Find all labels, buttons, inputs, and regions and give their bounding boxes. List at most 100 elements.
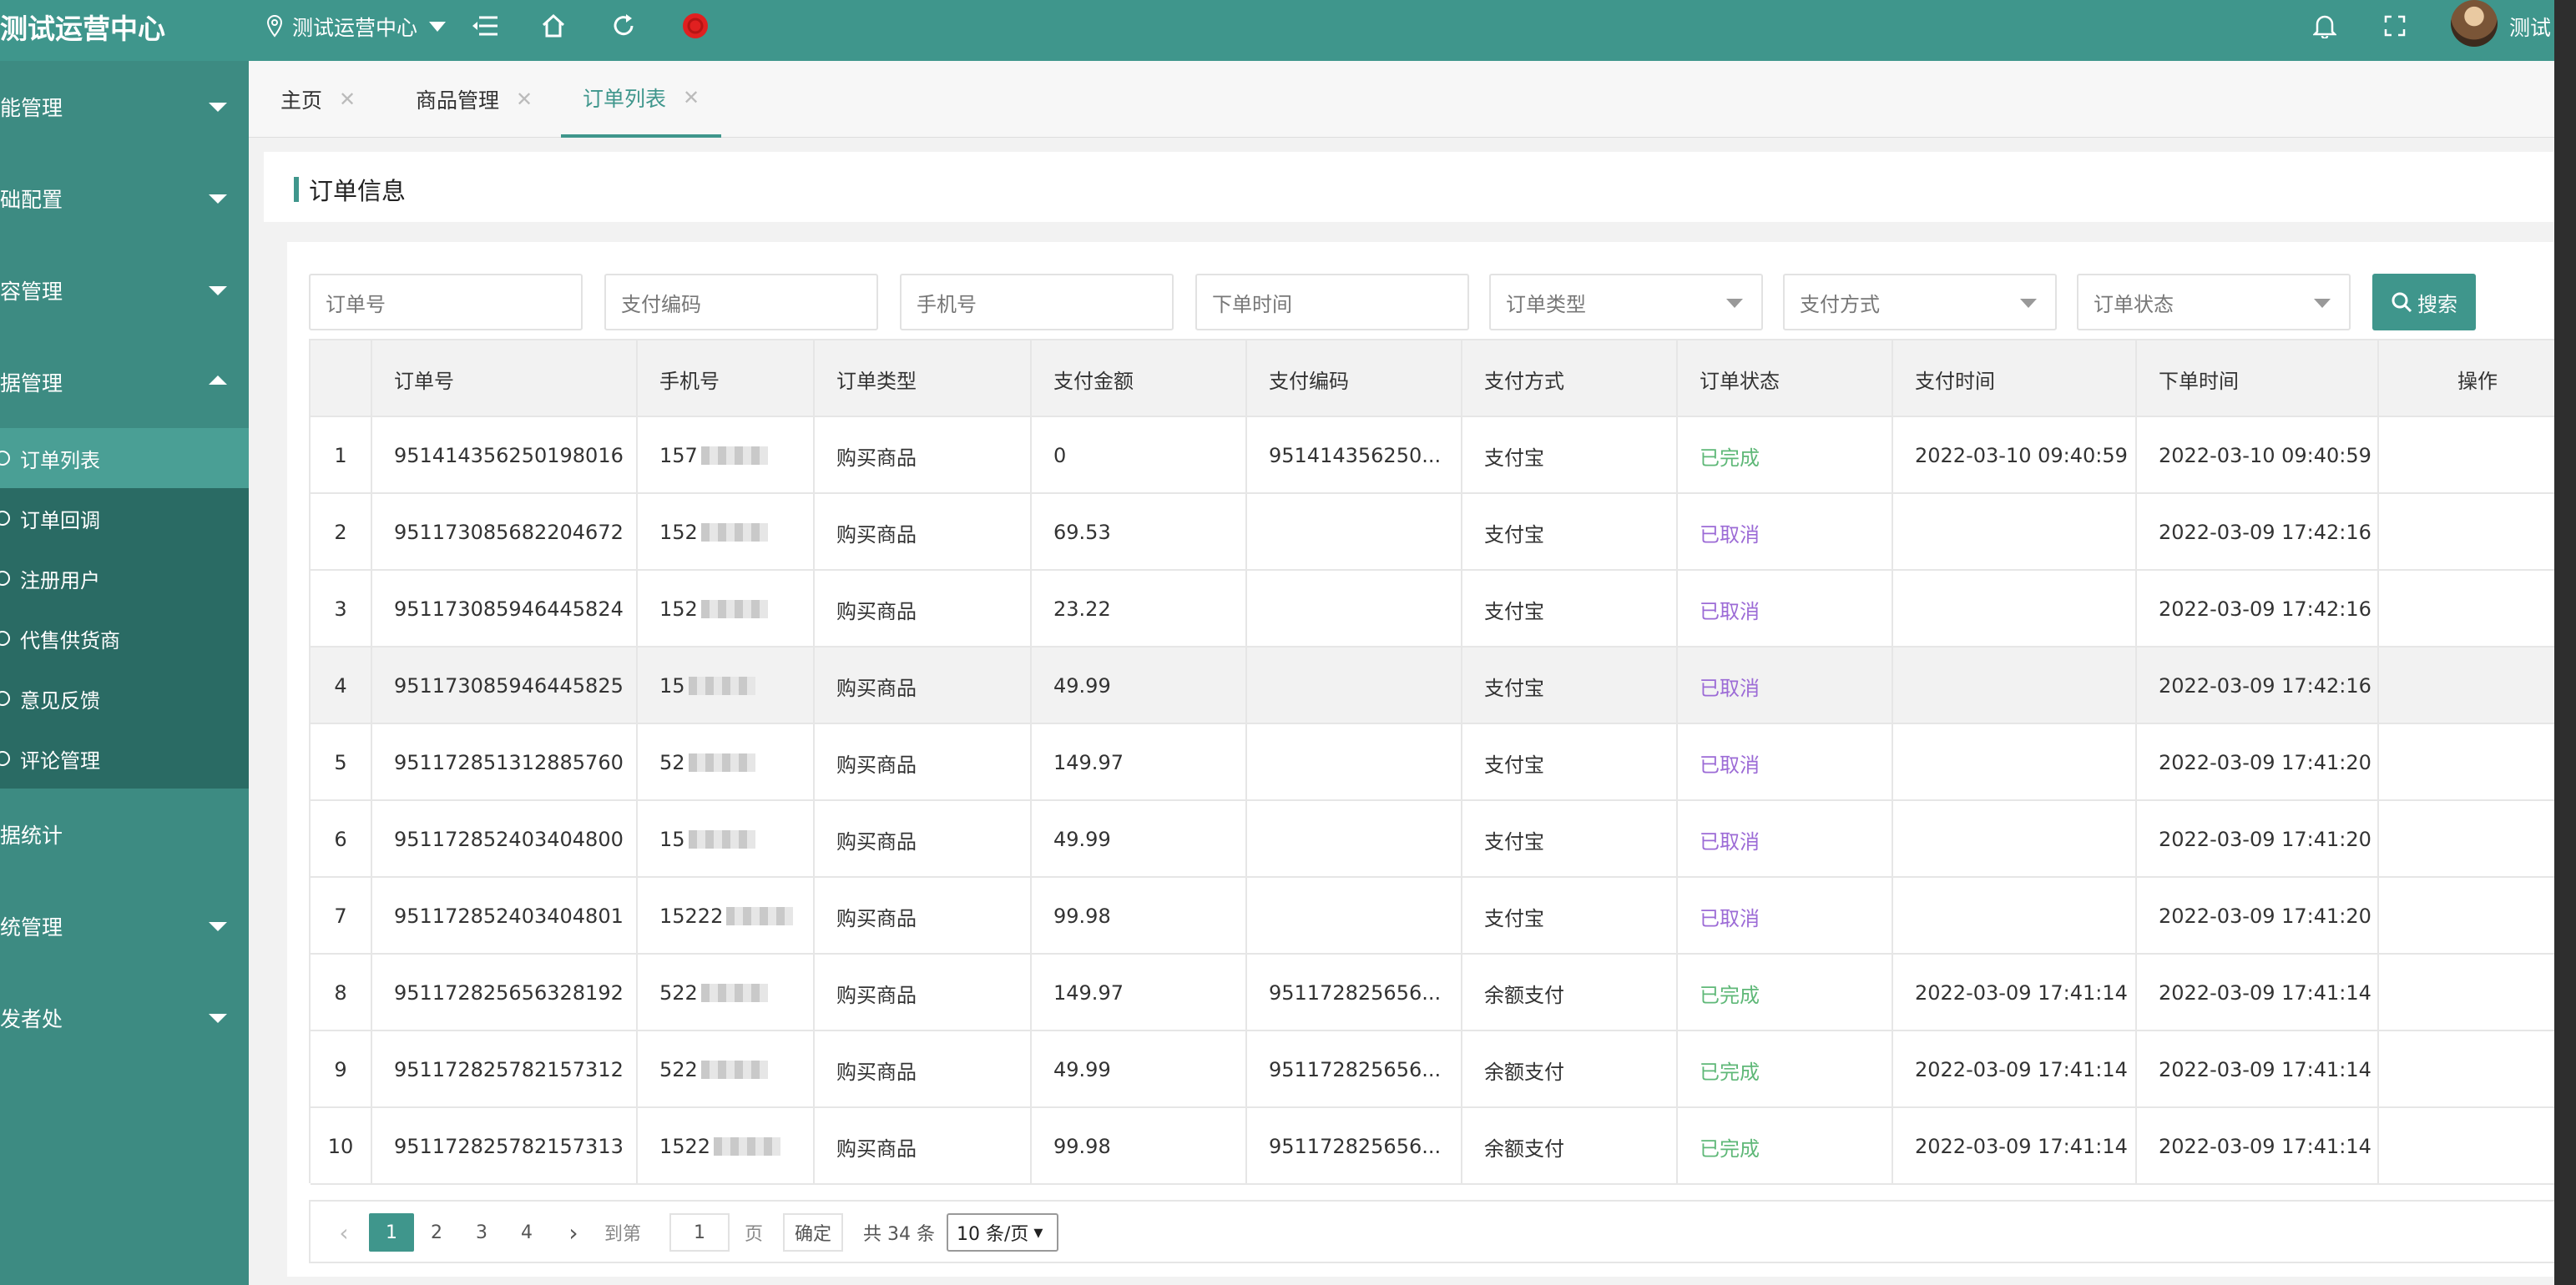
order-status-select[interactable]: 订单状态 — [2077, 274, 2351, 330]
table-row: 6 951172852403404800 15 购买商品 49.99 支付宝 已取消 2022… — [311, 801, 2576, 878]
cell-order-type: 购买商品 — [815, 571, 1032, 648]
sidebar-group-6[interactable]: 发者处 — [0, 972, 249, 1064]
org-selector[interactable]: 测试运营中心 — [264, 12, 447, 42]
bell-icon[interactable] — [2309, 10, 2341, 42]
cell-phone: 52 — [638, 724, 815, 801]
sidebar-group-label: 据统计 — [0, 824, 63, 848]
phone-input[interactable]: 手机号 — [900, 274, 1174, 330]
order-no-input[interactable]: 订单号 — [309, 274, 583, 330]
cell-pay-code — [1247, 724, 1462, 801]
cell-pay-amount: 49.99 — [1032, 801, 1247, 878]
cell-text: 购买商品 — [836, 446, 917, 470]
pay-code-input[interactable]: 支付编码 — [604, 274, 878, 330]
sidebar-item-registered-users[interactable]: 注册用户 — [0, 548, 249, 608]
cell-text: 2022-03-09 17:41:14 — [2159, 981, 2371, 1005]
per-page-select[interactable]: 10 条/页 ▾ — [947, 1213, 1058, 1252]
column-header-label: 支付金额 — [1053, 369, 1134, 393]
cell-order-status: 已完成 — [1678, 1108, 1893, 1185]
cell-text: 3 — [334, 597, 347, 621]
sidebar-item-order-list[interactable]: 订单列表 — [0, 428, 249, 488]
cell-pay-code — [1247, 571, 1462, 648]
cell-text: 已取消 — [1700, 522, 1760, 547]
tab-order-list[interactable]: 订单列表 ✕ — [561, 61, 722, 138]
pagination: ‹ 1 2 3 4 › 到第 1 页 确定 共 34 条 10 条/页 ▾ — [309, 1200, 2576, 1263]
cell-text: 15 — [659, 674, 685, 698]
sidebar-item-order-callback[interactable]: 订单回调 — [0, 488, 249, 548]
sidebar-group-3[interactable]: 据管理 — [0, 336, 249, 428]
cell-text: 购买商品 — [836, 829, 917, 854]
sidebar-item-label: 代售供货商 — [20, 628, 120, 653]
page-3[interactable]: 3 — [459, 1213, 504, 1252]
next-page-icon[interactable]: › — [561, 1213, 586, 1252]
cell-phone: 157 — [638, 417, 815, 494]
menu-toggle-icon[interactable] — [469, 10, 501, 42]
sidebar-item-comments[interactable]: 评论管理 — [0, 728, 249, 789]
column-header-order-type: 订单类型 — [815, 340, 1032, 417]
prev-page-icon[interactable]: ‹ — [327, 1213, 361, 1252]
cell-pay-code: 951414356250... — [1247, 417, 1462, 494]
search-button[interactable]: 搜索 — [2372, 274, 2476, 330]
chevron-down-icon — [2314, 299, 2331, 308]
close-icon[interactable]: ✕ — [516, 88, 533, 111]
cell-pay-amount: 149.97 — [1032, 955, 1247, 1031]
tab-home[interactable]: 主页 ✕ — [280, 61, 356, 138]
page-2[interactable]: 2 — [414, 1213, 459, 1252]
goto-confirm-button[interactable]: 确定 — [783, 1213, 844, 1252]
cell-text: 8 — [334, 981, 347, 1005]
cell-text: 已取消 — [1700, 829, 1760, 854]
sidebar-group-2[interactable]: 容管理 — [0, 244, 249, 336]
cell-phone: 152 — [638, 571, 815, 648]
cell-pay-amount: 49.99 — [1032, 1031, 1247, 1108]
page-1[interactable]: 1 — [369, 1213, 414, 1252]
cell-pay-time — [1893, 494, 2137, 571]
sidebar-item-feedback[interactable]: 意见反馈 — [0, 668, 249, 728]
order-type-select[interactable]: 订单类型 — [1489, 274, 1763, 330]
stop-icon[interactable] — [679, 10, 711, 42]
cell-actions — [2379, 494, 2576, 571]
column-header-label: 手机号 — [659, 369, 720, 393]
cell-actions — [2379, 571, 2576, 648]
close-icon[interactable]: ✕ — [683, 86, 700, 109]
tab-products[interactable]: 商品管理 ✕ — [416, 61, 533, 138]
cell-phone: 15 — [638, 801, 815, 878]
cell-actions — [2379, 955, 2576, 1031]
cell-order-no: 951172852403404801 — [372, 878, 638, 955]
cell-pay-time — [1893, 878, 2137, 955]
cell-pay-amount: 69.53 — [1032, 494, 1247, 571]
chevron-down-icon — [209, 922, 227, 931]
sidebar-item-suppliers[interactable]: 代售供货商 — [0, 608, 249, 668]
cell-text: 2022-03-09 17:41:14 — [2159, 1058, 2371, 1081]
cell-text: 951172825656... — [1269, 981, 1442, 1005]
sidebar-group-0[interactable]: 能管理 — [0, 61, 249, 153]
org-name: 测试运营中心 — [292, 16, 418, 40]
order-time-input[interactable]: 下单时间 — [1195, 274, 1469, 330]
cell-pay-method: 余额支付 — [1462, 955, 1678, 1031]
user-name[interactable]: 测试 — [2509, 12, 2551, 42]
home-icon[interactable] — [538, 10, 569, 42]
cell-text: 951173085682204672 — [394, 521, 624, 544]
page-4[interactable]: 4 — [504, 1213, 549, 1252]
sidebar-group-5[interactable]: 统管理 — [0, 880, 249, 972]
cell-text: 购买商品 — [836, 753, 917, 777]
cell-pay-time: 2022-03-09 17:41:14 — [1893, 1031, 2137, 1108]
cell-pay-time — [1893, 801, 2137, 878]
sidebar-group-1[interactable]: 础配置 — [0, 153, 249, 244]
sidebar-group-4[interactable]: 据统计 — [0, 789, 249, 880]
cell-text: 2022-03-09 17:42:16 — [2159, 674, 2371, 698]
cell-pay-method: 支付宝 — [1462, 571, 1678, 648]
goto-page-input[interactable]: 1 — [669, 1213, 730, 1252]
fullscreen-icon[interactable] — [2379, 10, 2411, 42]
cell-actions — [2379, 801, 2576, 878]
refresh-icon[interactable] — [608, 10, 639, 42]
close-icon[interactable]: ✕ — [339, 88, 356, 111]
pay-method-placeholder: 支付方式 — [1800, 292, 1880, 316]
pay-method-select[interactable]: 支付方式 — [1783, 274, 2057, 330]
cell-pay-method: 余额支付 — [1462, 1108, 1678, 1185]
cell-text: 2022-03-09 17:42:16 — [2159, 521, 2371, 544]
cell-text: 7 — [334, 905, 347, 928]
cell-text: 已完成 — [1700, 1060, 1760, 1084]
cell-text: 2022-03-10 09:40:59 — [2159, 444, 2371, 467]
chevron-down-icon — [429, 22, 447, 32]
sidebar-group-label: 发者处 — [0, 1007, 63, 1031]
avatar[interactable] — [2451, 0, 2498, 47]
